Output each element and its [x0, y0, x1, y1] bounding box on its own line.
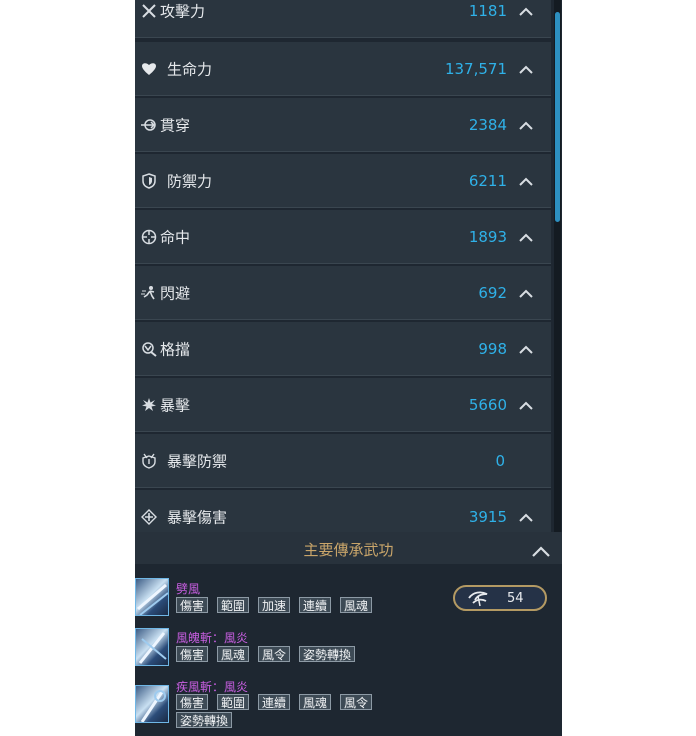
shield-icon	[141, 172, 157, 189]
stat-row-accuracy[interactable]: 命中 1893	[135, 210, 551, 264]
legacy-skills-header[interactable]: 主要傳承武功	[135, 532, 562, 564]
crit-damage-icon	[141, 508, 157, 525]
stat-value: 3915	[468, 507, 507, 526]
skill-name: 劈風	[176, 582, 201, 596]
skill-tag: 風魂	[217, 646, 250, 662]
chevron-up-icon[interactable]	[519, 400, 533, 410]
skill-tag: 風令	[340, 694, 373, 710]
skill-gale-slash-icon	[135, 685, 169, 723]
skill-tag: 姿勢轉換	[299, 646, 356, 662]
skill-tag: 傷害	[176, 646, 209, 662]
stat-label: 暴擊防禦	[167, 452, 228, 470]
skill-wind-soul-slash-icon	[135, 628, 169, 666]
stat-value: 692	[478, 283, 507, 302]
skill-tag: 範圍	[217, 597, 250, 613]
chevron-up-icon[interactable]	[519, 120, 533, 130]
chevron-up-icon[interactable]	[519, 6, 533, 16]
stat-label: 命中	[160, 228, 191, 246]
stat-label: 暴擊傷害	[167, 508, 228, 526]
stat-value: 1893	[468, 227, 507, 246]
chevron-up-icon[interactable]	[519, 176, 533, 186]
block-icon	[141, 341, 157, 357]
skill-wind-slash-icon	[135, 578, 169, 616]
critical-icon	[141, 397, 157, 413]
pierce-icon	[141, 117, 157, 133]
chevron-up-icon[interactable]	[532, 542, 550, 557]
stat-value: 6211	[468, 171, 507, 190]
stat-label: 貫穿	[160, 116, 191, 134]
chevron-up-icon[interactable]	[519, 288, 533, 298]
skill-tag: 加速	[258, 597, 291, 613]
stat-row-block[interactable]: 格擋 998	[135, 322, 551, 376]
badge-count: 54	[507, 591, 524, 606]
stat-row-pierce[interactable]: 貫穿 2384	[135, 98, 551, 152]
stat-value: 2384	[468, 115, 507, 134]
skill-tag: 傷害	[176, 694, 209, 710]
stat-value: 1181	[468, 1, 507, 20]
stat-label: 防禦力	[167, 172, 213, 190]
skill-tag: 姿勢轉換	[176, 712, 233, 728]
stat-label: 攻擊力	[160, 2, 206, 20]
stats-list: 攻擊力 1181 生命力 137,571 貫穿 2384 防禦力 6211 命中…	[135, 0, 551, 532]
stat-row-crit-damage[interactable]: 暴擊傷害 3915	[135, 490, 551, 532]
stat-label: 閃避	[160, 284, 191, 302]
skill-tag: 連續	[258, 694, 291, 710]
skill-tag: 風魂	[340, 597, 373, 613]
stat-label: 格擋	[160, 340, 191, 358]
stat-row-attack[interactable]: 攻擊力 1181	[135, 0, 551, 38]
skill-tag: 風令	[258, 646, 291, 662]
stat-value: 998	[478, 339, 507, 358]
skill-name: 風魄斬：風炎	[176, 631, 249, 645]
crosshair-icon	[141, 229, 157, 245]
crit-defense-icon	[141, 453, 157, 469]
chevron-up-icon[interactable]	[519, 232, 533, 242]
wind-emblem-icon	[467, 588, 489, 608]
skill-tag: 傷害	[176, 597, 209, 613]
skill-tag: 範圍	[217, 694, 250, 710]
stat-row-evasion[interactable]: 閃避 692	[135, 266, 551, 320]
stat-value: 5660	[468, 395, 507, 414]
scrollbar-thumb[interactable]	[555, 12, 560, 222]
stat-label: 生命力	[167, 60, 213, 78]
chevron-up-icon[interactable]	[519, 344, 533, 354]
legacy-count-badge[interactable]: 54	[453, 585, 547, 611]
stat-value: 0	[495, 451, 505, 470]
skill-tag: 風魂	[299, 694, 332, 710]
chevron-up-icon[interactable]	[519, 512, 533, 522]
skill-tag: 連續	[299, 597, 332, 613]
section-title: 主要傳承武功	[303, 541, 394, 559]
stat-row-critical[interactable]: 暴擊 5660	[135, 378, 551, 432]
stat-value: 137,571	[444, 59, 507, 78]
evade-icon	[141, 285, 157, 301]
skill-name: 疾風斬：風炎	[176, 680, 249, 694]
stat-row-hp[interactable]: 生命力 137,571	[135, 42, 551, 96]
stat-row-crit-defense: 暴擊防禦 0	[135, 434, 551, 488]
chevron-up-icon[interactable]	[519, 64, 533, 74]
stat-row-defense[interactable]: 防禦力 6211	[135, 154, 551, 208]
stat-label: 暴擊	[160, 396, 191, 414]
heart-icon	[141, 61, 157, 77]
scrollbar[interactable]	[554, 0, 561, 532]
swords-icon	[141, 3, 157, 19]
character-stats-panel: 攻擊力 1181 生命力 137,571 貫穿 2384 防禦力 6211 命中…	[135, 0, 562, 736]
